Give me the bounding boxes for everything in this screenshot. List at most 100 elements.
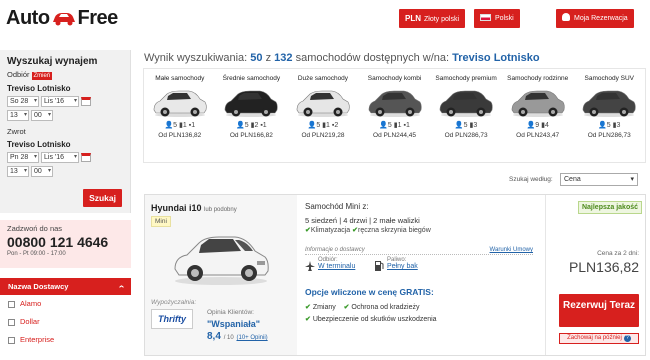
terms-link[interactable]: Warunki Umowy xyxy=(490,247,533,253)
category-big-bags: 1 xyxy=(397,122,402,129)
fuel-info-value[interactable]: Pełny bak xyxy=(387,263,418,270)
currency-button[interactable]: PLN Złoty polski xyxy=(399,9,466,28)
call-hours: Pon - Pt 09:00 - 17:00 xyxy=(7,251,66,257)
pickup-minute-select[interactable]: 00 xyxy=(31,110,53,121)
results-suffix: samochodów dostępnych w/na: xyxy=(295,52,450,64)
car-category-bar: Małe samochody 👤5 ▮1 ▪1 Od PLN136,82 Śred… xyxy=(143,68,646,163)
offer-car-panel: Hyundai i10 lub podobny Mini Wypożyczaln… xyxy=(145,195,297,355)
car-model-sub: lub podobny xyxy=(204,207,237,213)
supplier-filter: Nazwa Dostawcy Alamo Dollar Enterprise xyxy=(0,278,131,349)
car-category[interactable]: Średnie samochody 👤5 ▮2 ▪1 Od PLN166,82 xyxy=(216,69,288,162)
my-booking-label: Moja Rezerwacja xyxy=(574,15,628,22)
category-name: Samochody kombi xyxy=(367,75,422,82)
return-minute-select[interactable]: 00 xyxy=(31,166,53,177)
car-class-badge: Mini xyxy=(151,216,171,227)
provider-label: Wypożyczalnia: xyxy=(151,299,197,306)
checkbox[interactable] xyxy=(8,336,15,344)
category-seats: 9 xyxy=(535,122,540,129)
category-seats: 5 xyxy=(463,122,468,129)
category-name: Małe samochody xyxy=(155,75,205,82)
category-name: Samochody premium xyxy=(435,75,497,82)
category-car-image xyxy=(225,90,278,117)
supplier-option[interactable]: Dollar xyxy=(0,313,131,331)
return-day-select[interactable]: Pn 28 xyxy=(7,152,39,163)
category-seats: 5 xyxy=(316,122,321,129)
supplier-filter-header[interactable]: Nazwa Dostawcy xyxy=(0,278,131,295)
pickup-month-select[interactable]: Lis '16 xyxy=(41,96,79,107)
category-big-bags: 1 xyxy=(182,122,187,129)
header: Auto Free PLN Złoty polski Polski Moja Rez… xyxy=(0,0,650,36)
car-image xyxy=(174,236,269,285)
results-count: 50 xyxy=(250,52,263,64)
car-model: Hyundai i10 lub podobny xyxy=(151,203,237,213)
person-icon: 👤 xyxy=(379,122,388,129)
language-button[interactable]: Polski xyxy=(474,9,520,28)
results-of: z xyxy=(265,52,272,64)
category-price: Od PLN219,28 xyxy=(301,132,345,139)
currency-label: Złoty polski xyxy=(424,16,460,23)
person-icon: 👤 xyxy=(236,122,245,129)
offer-features: ✔Klimatyzacja ✔ręczna skrzynia biegów xyxy=(305,226,431,234)
category-seats: 5 xyxy=(606,122,611,129)
person-icon: 👤 xyxy=(598,122,607,129)
category-capacity: 👤5 ▮3 xyxy=(573,121,645,129)
thrifty-logo: Thrifty xyxy=(151,309,193,329)
category-seats: 5 xyxy=(387,122,392,129)
sort-select[interactable]: Cena xyxy=(560,173,638,186)
category-price: Od PLN244,45 xyxy=(373,132,417,139)
car-category[interactable]: Samochody SUV 👤5 ▮3 Od PLN286,73 xyxy=(573,69,645,162)
phone-number[interactable]: 00800 121 4646 xyxy=(7,234,124,250)
call-us-label: Zadzwoń do nas xyxy=(7,224,63,233)
category-price: Od PLN286,73 xyxy=(587,132,631,139)
checkbox[interactable] xyxy=(8,318,15,326)
supplier-option[interactable]: Enterprise xyxy=(0,331,131,349)
pickup-hour-select[interactable]: 13 xyxy=(7,110,29,121)
fuel-info: Paliwo: Pełny bak xyxy=(387,257,418,270)
best-quality-badge: Najlepsza jakość xyxy=(577,201,642,214)
spec-doors: 4 drzwi xyxy=(343,216,367,225)
return-month-select[interactable]: Lis '16 xyxy=(41,152,79,163)
my-booking-button[interactable]: Moja Rezerwacja xyxy=(556,9,634,28)
check-icon: ✔ xyxy=(343,304,350,311)
checkbox[interactable] xyxy=(8,300,15,308)
pickup-info: Odbiór: W terminalu xyxy=(318,257,355,270)
category-car-image xyxy=(368,90,422,117)
category-seats: 5 xyxy=(173,122,178,129)
pickup-calendar-icon[interactable] xyxy=(81,97,91,106)
pickup-location: Treviso Lotnisko xyxy=(7,84,71,93)
car-category[interactable]: Samochody premium 👤5 ▮3 Od PLN286,73 xyxy=(430,69,502,162)
free-options-row: ✔ Ubezpieczenie od skutków uszkodzenia xyxy=(305,315,437,323)
supplier-info-label: Informacje o dostawcy xyxy=(305,247,365,253)
spec-seats: 5 siedzeń xyxy=(305,216,338,225)
category-big-bags: 1 xyxy=(326,122,330,129)
supplier-name: Alamo xyxy=(20,299,42,308)
call-us-box: Zadzwoń do nas 00800 121 4646 Pon - Pt 0… xyxy=(0,220,131,268)
save-for-later-button[interactable]: Zachowaj na później? xyxy=(559,333,639,344)
fuel-icon xyxy=(375,261,384,271)
score-scale: / 10 xyxy=(223,335,234,341)
category-car-image xyxy=(439,90,493,117)
category-capacity: 👤9 ▮4 xyxy=(502,121,574,129)
results-heading: Wynik wyszukiwania: 50 z 132 samochodów … xyxy=(144,52,540,64)
car-category[interactable]: Duże samochody 👤5 ▮1 ▪2 Od PLN219,28 xyxy=(287,69,359,162)
help-icon[interactable]: ? xyxy=(623,335,631,342)
divider xyxy=(305,254,533,255)
car-category[interactable]: Małe samochody 👤5 ▮1 ▪1 Od PLN136,82 xyxy=(144,69,216,162)
car-category[interactable]: Samochody kombi 👤5 ▮1 ▪1 Od PLN244,45 xyxy=(359,69,431,162)
person-icon: 👤 xyxy=(526,122,536,129)
category-capacity: 👤5 ▮1 ▪1 xyxy=(359,121,431,129)
autofree-logo[interactable]: Auto Free xyxy=(6,7,118,30)
return-calendar-icon[interactable] xyxy=(81,153,91,162)
change-button[interactable]: Zmień xyxy=(31,72,53,80)
car-category[interactable]: Samochody rodzinne 👤9 ▮4 Od PLN243,47 xyxy=(502,69,574,162)
feature-gearbox: ręczna skrzynia biegów xyxy=(358,227,431,234)
review-count-link[interactable]: (10+ Opinii) xyxy=(236,335,267,341)
book-now-button[interactable]: Rezerwuj Teraz xyxy=(559,294,639,327)
pickup-info-value[interactable]: W terminalu xyxy=(318,263,355,270)
return-hour-select[interactable]: 13 xyxy=(7,166,29,177)
supplier-option[interactable]: Alamo xyxy=(0,295,131,313)
user-icon xyxy=(562,13,570,21)
search-button[interactable]: Szukaj xyxy=(83,189,122,207)
category-name: Średnie samochody xyxy=(222,75,281,82)
pickup-day-select[interactable]: So 28 xyxy=(7,96,39,107)
